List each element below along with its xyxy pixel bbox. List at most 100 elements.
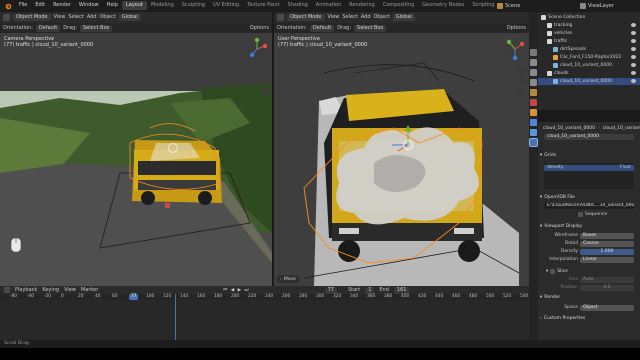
left-options-menu[interactable]: Options <box>250 25 269 32</box>
outliner-row[interactable]: cloud_10_variant_0000 <box>538 62 640 69</box>
properties-object-name[interactable]: cloud_10_variant_0000 <box>543 126 595 131</box>
scene-tab-icon[interactable] <box>530 89 537 96</box>
right-drag-dropdown[interactable]: Select Box <box>354 24 387 32</box>
object-tab-icon[interactable] <box>530 109 537 116</box>
right-view-gizmo[interactable] <box>502 36 528 62</box>
physics-tab-icon[interactable] <box>530 129 537 136</box>
right-menu-add[interactable]: Add <box>361 14 371 21</box>
tab-scripting[interactable]: Scripting <box>468 1 498 10</box>
timeline-menu-marker[interactable]: Marker <box>81 287 98 294</box>
left-zoom-button[interactable] <box>261 65 270 74</box>
grids-panel-header[interactable]: ▾ Grids <box>540 152 638 159</box>
tab-texture-paint[interactable]: Texture Paint <box>243 1 283 10</box>
left-menu-object[interactable]: Object <box>100 14 116 21</box>
right-options-menu[interactable]: Options <box>507 25 526 32</box>
visibility-eye-icon[interactable] <box>631 39 636 43</box>
end-frame-field[interactable]: 161 <box>393 286 410 294</box>
playhead-line[interactable] <box>175 294 176 340</box>
visibility-eye-icon[interactable] <box>631 23 636 27</box>
viewport-display-field-value[interactable]: Coarse <box>580 241 634 247</box>
outliner-row[interactable]: Car_Ford_F150-Raptor2022 <box>538 54 640 61</box>
custom-properties-panel-header[interactable]: › Custom Properties <box>540 315 638 322</box>
tab-layout[interactable]: Layout <box>122 1 147 10</box>
right-pan-button[interactable] <box>518 76 527 85</box>
right-menu-object[interactable]: Object <box>374 14 390 21</box>
left-mode-dropdown[interactable]: Object Mode <box>13 14 51 21</box>
visibility-eye-icon[interactable] <box>631 79 636 83</box>
left-menu-select[interactable]: Select <box>68 14 83 21</box>
left-view-gizmo[interactable] <box>244 36 270 62</box>
editor-type-icon[interactable] <box>3 14 10 21</box>
sequence-checkbox-row[interactable]: Sequence <box>578 212 607 217</box>
menu-render[interactable]: Render <box>49 1 75 10</box>
tab-geometry-nodes[interactable]: Geometry Nodes <box>418 1 468 10</box>
space-dropdown[interactable]: Object <box>580 305 634 311</box>
tab-sculpting[interactable]: Sculpting <box>178 1 209 10</box>
right-transform-dropdown[interactable]: Global <box>392 14 415 21</box>
outliner-root[interactable]: Scene Collection <box>538 14 640 21</box>
tab-rendering[interactable]: Rendering <box>345 1 379 10</box>
visibility-eye-icon[interactable] <box>631 63 636 67</box>
tab-uv-editing[interactable]: UV Editing <box>209 1 243 10</box>
sequence-checkbox[interactable] <box>578 212 583 217</box>
openvdb-panel-header[interactable]: ▾ OpenVDB File <box>540 194 638 201</box>
menu-file[interactable]: File <box>15 1 31 10</box>
outliner-row[interactable]: vehicles <box>538 30 640 37</box>
outliner-row[interactable]: traffic <box>538 38 640 45</box>
viewport-display-field-value[interactable]: 1.000 <box>580 249 634 255</box>
viewport-display-field-value[interactable]: Boxes <box>580 233 634 239</box>
tab-compositing[interactable]: Compositing <box>379 1 418 10</box>
timeline-menu-view[interactable]: View <box>64 287 76 294</box>
timeline-menu-playback[interactable]: Playback <box>15 287 37 294</box>
left-orientation-dropdown[interactable]: Default <box>35 24 61 32</box>
left-pan-button[interactable] <box>261 76 270 85</box>
outliner-row[interactable]: clouds <box>538 70 640 77</box>
sidebar-divider[interactable] <box>529 12 538 45</box>
grid-row-density[interactable]: density Float <box>544 165 634 171</box>
editor-type-icon[interactable] <box>277 14 284 21</box>
editor-type-icon[interactable] <box>4 287 10 293</box>
menu-edit[interactable]: Edit <box>31 1 49 10</box>
start-frame-field[interactable]: 1 <box>365 286 375 294</box>
left-menu-add[interactable]: Add <box>87 14 97 21</box>
right-menu-view[interactable]: View <box>328 14 340 21</box>
left-viewport[interactable]: Camera Perspective (77) traffic | cloud_… <box>0 33 272 286</box>
slice-checkbox[interactable] <box>550 269 556 274</box>
current-frame-field[interactable]: 77 <box>324 286 337 294</box>
left-menu-view[interactable]: View <box>54 14 66 21</box>
tab-shading[interactable]: Shading <box>283 1 311 10</box>
right-viewport[interactable]: User Perspective (77) traffic | cloud_10… <box>274 33 529 286</box>
render-tab-icon[interactable] <box>530 59 537 66</box>
blender-logo-icon[interactable] <box>3 2 12 10</box>
right-orientation-dropdown[interactable]: Default <box>309 24 335 32</box>
move-operator-panel[interactable]: › Move <box>277 275 299 283</box>
tool-tab-icon[interactable] <box>530 49 537 56</box>
properties-data-name[interactable]: cloud_10_variant_0000 <box>603 126 640 131</box>
timeline-menu-keying[interactable]: Keying <box>42 287 59 294</box>
menu-window[interactable]: Window <box>75 1 103 10</box>
timeline-track-area[interactable] <box>0 300 529 340</box>
left-camera-button[interactable] <box>261 87 270 96</box>
volume-data-tab-icon[interactable] <box>529 138 538 147</box>
view-layer-selector[interactable]: ViewLayer <box>580 1 614 10</box>
visibility-eye-icon[interactable] <box>631 47 636 51</box>
position-field[interactable]: 0.5 <box>580 285 634 291</box>
vdb-file-path-input[interactable]: E:\CloudRecon\VDB\C...10_variant_0000.vd… <box>544 203 634 209</box>
right-mode-dropdown[interactable]: Object Mode <box>287 14 325 21</box>
outliner-row[interactable]: cloud_10_variant_0000 <box>538 78 640 85</box>
visibility-eye-icon[interactable] <box>631 31 636 35</box>
grids-list[interactable]: density Float <box>544 163 634 189</box>
tab-animation[interactable]: Animation <box>312 1 346 10</box>
outliner-row[interactable]: tracking <box>538 22 640 29</box>
menu-help[interactable]: Help <box>103 1 122 10</box>
tab-modeling[interactable]: Modeling <box>147 1 178 10</box>
right-zoom-button[interactable] <box>518 65 527 74</box>
viewport-display-field-value[interactable]: Linear <box>580 257 634 263</box>
outliner-row[interactable]: dirtSpreads <box>538 46 640 53</box>
viewport-display-panel-header[interactable]: ▾ Viewport Display <box>540 223 638 230</box>
modifier-tab-icon[interactable] <box>530 119 537 126</box>
data-block-selector[interactable]: cloud_10_variant_0000 <box>544 134 634 140</box>
axis-dropdown[interactable]: Auto <box>580 277 634 283</box>
view-layer-tab-icon[interactable] <box>530 79 537 86</box>
visibility-eye-icon[interactable] <box>631 71 636 75</box>
